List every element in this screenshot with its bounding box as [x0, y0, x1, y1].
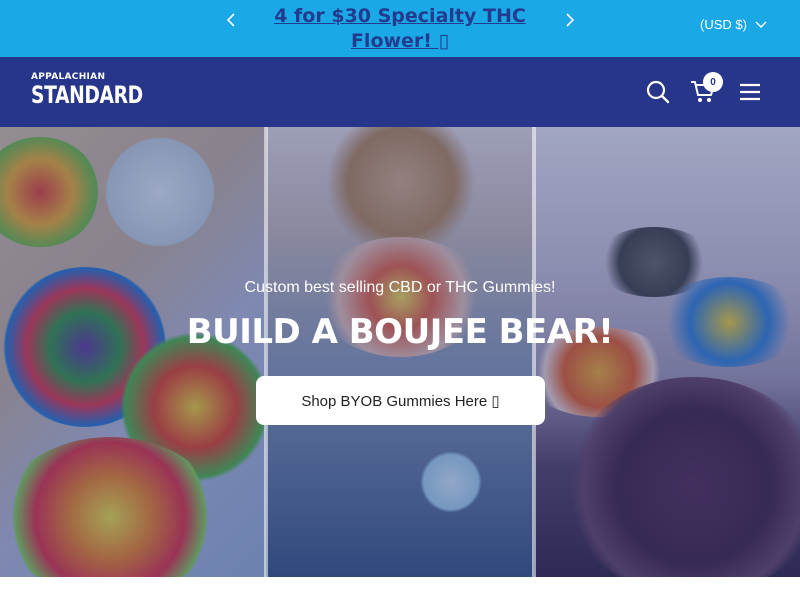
hero-banner: Custom best selling CBD or THC Gummies! …: [0, 127, 800, 577]
chevron-right-icon: [566, 13, 575, 27]
announcement-bar: 4 for $30 Specialty THC Flower! ▯ (USD $…: [0, 0, 800, 57]
hero-overlay: [0, 127, 800, 577]
announcement-link[interactable]: 4 for $30 Specialty THC Flower! ▯: [248, 4, 552, 54]
search-icon: [646, 80, 670, 104]
cart-count-badge: 0: [703, 72, 723, 92]
shop-byob-gummies-button[interactable]: Shop BYOB Gummies Here ▯: [256, 376, 545, 425]
site-header: APPALACHIAN STANDARD: [0, 57, 800, 127]
currency-selector[interactable]: (USD $): [700, 17, 767, 32]
announcement-prev-button[interactable]: [221, 9, 241, 31]
logo-bottom-text: STANDARD: [31, 81, 143, 109]
hero-title: BUILD A BOUJEE BEAR!: [186, 312, 614, 352]
panel-divider: [532, 127, 536, 577]
chevron-down-icon: [755, 20, 767, 28]
hero-subtitle: Custom best selling CBD or THC Gummies!: [244, 279, 556, 296]
menu-button[interactable]: [739, 83, 761, 106]
search-button[interactable]: [646, 80, 670, 109]
announcement-next-button[interactable]: [560, 9, 580, 31]
hamburger-menu-icon: [740, 83, 760, 101]
site-logo[interactable]: APPALACHIAN STANDARD: [31, 72, 143, 109]
currency-label: (USD $): [700, 17, 747, 32]
chevron-left-icon: [226, 13, 235, 27]
panel-divider: [264, 127, 268, 577]
